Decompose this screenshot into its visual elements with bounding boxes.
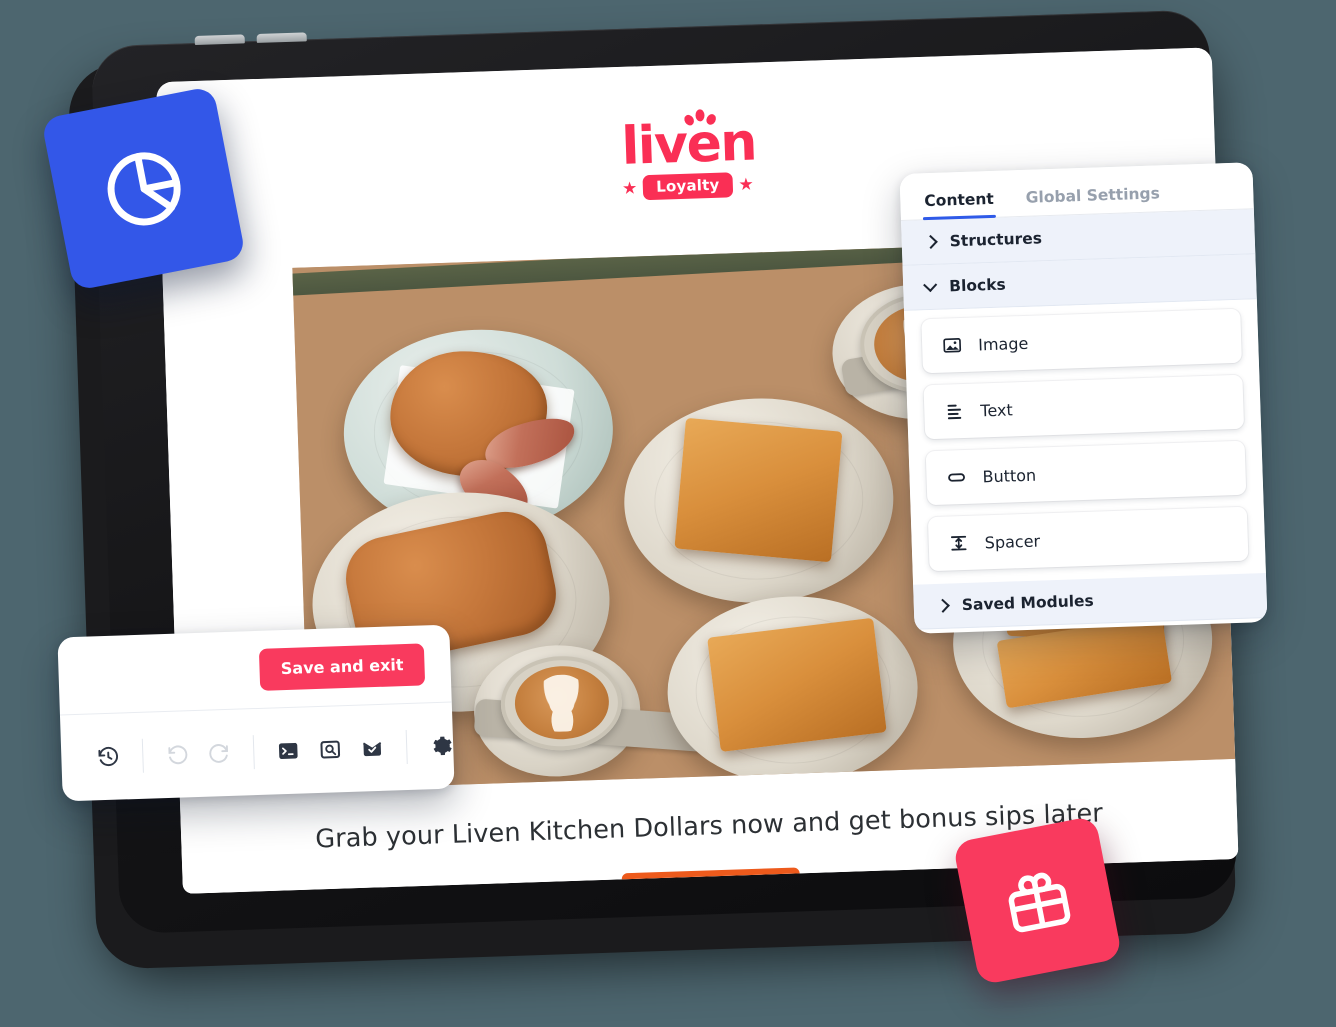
section-blocks-label: Blocks xyxy=(948,275,1006,296)
latte-crema-2 xyxy=(513,664,610,742)
gift-icon xyxy=(996,859,1078,941)
toolbar-actions-row xyxy=(60,703,455,801)
version-history-icon[interactable] xyxy=(87,735,130,778)
toolbar-divider-2 xyxy=(252,734,255,769)
star-left-icon: ★ xyxy=(621,178,638,198)
redo-icon[interactable] xyxy=(198,731,241,774)
block-image[interactable]: Image xyxy=(921,308,1242,374)
block-button-label: Button xyxy=(982,465,1037,486)
toolbar-divider-3 xyxy=(405,729,408,764)
block-button[interactable]: Button xyxy=(925,440,1247,506)
block-spacer-label: Spacer xyxy=(984,531,1041,552)
block-text[interactable]: Text xyxy=(923,374,1245,440)
test-email-icon[interactable] xyxy=(351,726,394,769)
food-toastie-centre xyxy=(674,418,843,563)
block-image-label: Image xyxy=(977,333,1029,354)
section-structures-label: Structures xyxy=(949,229,1043,251)
pie-chart-icon xyxy=(92,137,195,240)
logo-crown-icon xyxy=(682,108,718,128)
block-text-label: Text xyxy=(980,399,1014,420)
image-icon xyxy=(942,335,963,356)
save-and-exit-button[interactable]: Save and exit xyxy=(259,642,426,691)
chevron-right-icon xyxy=(923,234,938,250)
preview-icon[interactable] xyxy=(309,727,352,770)
settings-gear-icon[interactable] xyxy=(419,724,454,767)
editor-toolbar-panel[interactable]: Save and exit xyxy=(57,624,455,802)
undo-icon[interactable] xyxy=(156,732,199,775)
toolbar-divider-1 xyxy=(141,738,144,773)
volume-up-button[interactable] xyxy=(194,34,245,46)
spacer-arrows-icon xyxy=(948,533,969,554)
button-pill-icon xyxy=(946,467,967,488)
section-saved-modules-label: Saved Modules xyxy=(961,591,1095,615)
block-spacer[interactable]: Spacer xyxy=(927,506,1249,572)
content-panel[interactable]: Content Global Settings Structures Block… xyxy=(899,162,1268,634)
screenshot-stage: liven ★ Loyalty ★ Grab your Liven Kitche… xyxy=(0,0,1336,1027)
chevron-right-icon xyxy=(935,598,950,613)
chevron-down-icon xyxy=(923,277,938,293)
star-right-icon: ★ xyxy=(738,174,755,194)
email-cta-button[interactable] xyxy=(621,867,800,886)
tab-global-settings[interactable]: Global Settings xyxy=(1025,184,1160,215)
food-toastie-bottom xyxy=(707,617,887,752)
text-lines-icon xyxy=(944,401,965,422)
volume-down-button[interactable] xyxy=(256,32,307,43)
logo-loyalty-badge: Loyalty xyxy=(642,171,733,200)
liven-logo: liven ★ Loyalty ★ xyxy=(621,109,757,201)
toolbar-top-row: Save and exit xyxy=(57,624,452,716)
blocks-list: Image Text Button Spacer xyxy=(904,299,1266,585)
latte-art-2 xyxy=(531,673,592,733)
rewards-badge xyxy=(952,815,1123,986)
code-terminal-icon[interactable] xyxy=(267,729,310,772)
tab-content[interactable]: Content xyxy=(924,190,994,219)
analytics-badge xyxy=(40,85,247,292)
